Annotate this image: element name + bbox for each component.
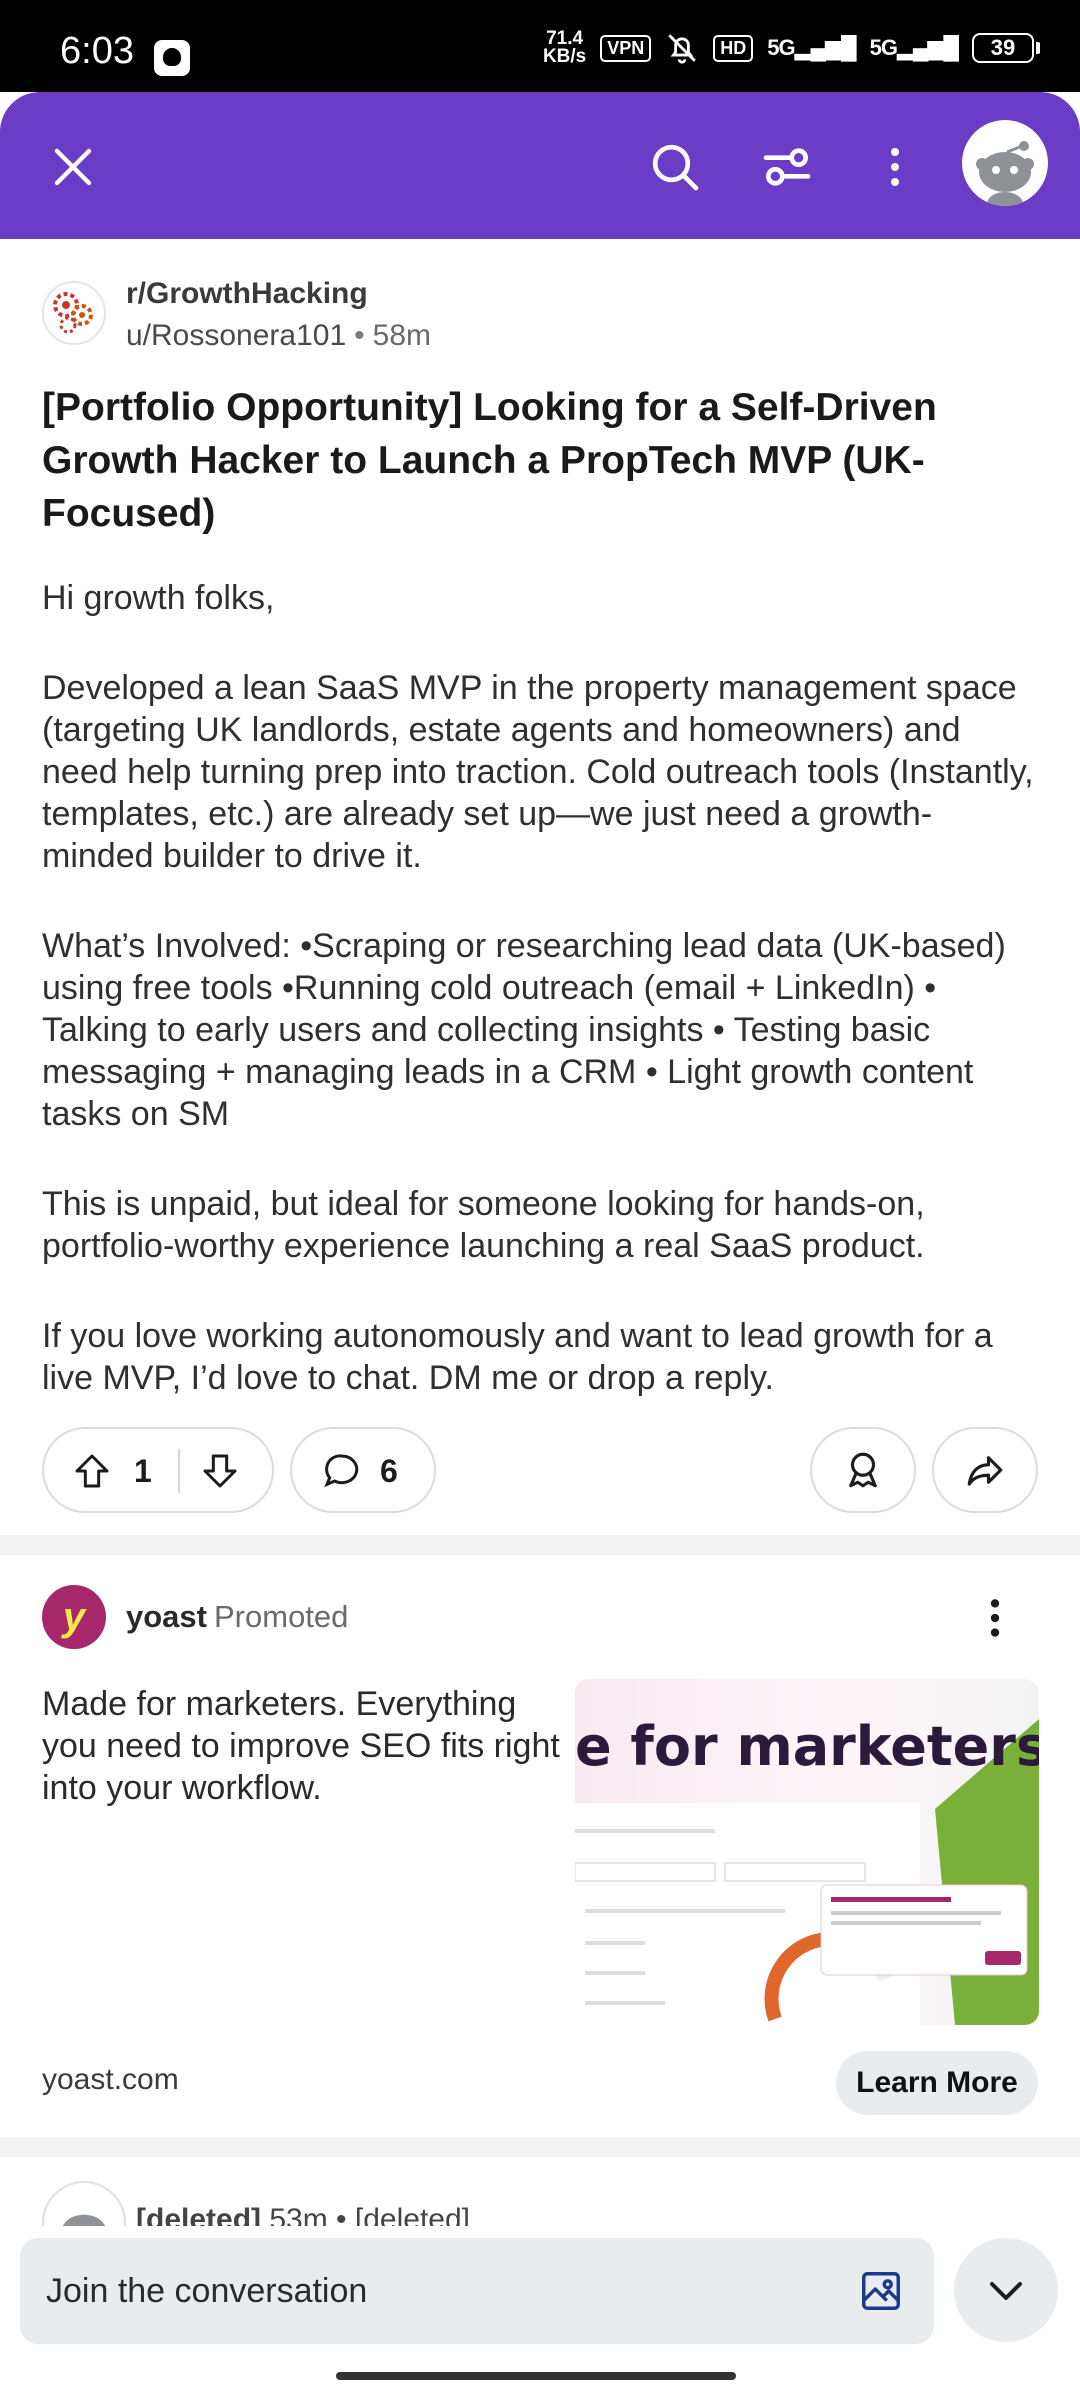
filter-icon	[763, 148, 811, 186]
comment-bubble-icon	[324, 1454, 359, 1488]
post-paragraph: Developed a lean SaaS MVP in the propert…	[42, 669, 1034, 875]
post-paragraph: What’s Involved: •Scraping or researchin…	[42, 927, 1006, 1133]
app-header	[0, 92, 1080, 239]
subreddit-avatar[interactable]	[42, 281, 106, 345]
award-icon	[849, 1452, 877, 1488]
close-icon	[54, 148, 92, 186]
close-button[interactable]	[38, 132, 108, 202]
image-icon	[862, 2272, 900, 2310]
network-type-2: 5G	[869, 35, 898, 60]
post-meta: u/Rossonera101 • 58m	[126, 319, 431, 353]
add-image-button[interactable]	[858, 2268, 904, 2319]
snoo-avatar-icon	[976, 141, 1034, 206]
ad-image-headline: e for marketers	[575, 1715, 1039, 1778]
bell-off-icon	[668, 34, 697, 64]
status-bar: 6:03 71.4 KB/s VPN HD 5G▂▄▆█ 5G▂▄▆█ 39	[0, 0, 1080, 92]
advertiser-avatar[interactable]: y	[42, 1585, 106, 1649]
battery-level: 39	[972, 33, 1034, 63]
hd-badge: HD	[713, 34, 754, 62]
vote-divider	[178, 1449, 180, 1493]
promoted-ad: y yoast Promoted Made for marketers. Eve…	[0, 1555, 1080, 2137]
vote-control: 1	[42, 1427, 274, 1513]
comment-meta: [deleted] 53m • [deleted]	[136, 2203, 470, 2227]
comment-text: [deleted]	[354, 2203, 470, 2227]
network-speed-unit: KB/s	[542, 46, 587, 67]
gears-icon	[53, 292, 93, 334]
user-avatar-button[interactable]	[962, 120, 1048, 206]
home-indicator[interactable]	[336, 2372, 736, 2380]
more-options-button[interactable]	[860, 132, 930, 202]
chevron-down-icon	[990, 2282, 1022, 2300]
search-icon	[652, 144, 699, 191]
vpn-badge: VPN	[600, 34, 652, 62]
advertiser-name[interactable]: yoast	[126, 1599, 207, 1635]
comment-count: 6	[380, 1453, 398, 1489]
post-body: Hi growth folks, Developed a lean SaaS M…	[42, 577, 1042, 1447]
upvote-button[interactable]	[72, 1451, 112, 1496]
upvote-arrow-icon	[75, 1454, 109, 1488]
signal-5g-1-icon: 5G▂▄▆█	[767, 35, 856, 60]
post-actions: 1 6	[42, 1427, 1038, 1513]
comment-preview: [deleted] 53m • [deleted]	[0, 2157, 1080, 2227]
comment-author: [deleted]	[136, 2203, 262, 2227]
share-button[interactable]	[932, 1427, 1038, 1513]
network-speed: 71.4 KB/s	[542, 29, 587, 67]
status-indicators: 71.4 KB/s VPN HD 5G▂▄▆█ 5G▂▄▆█ 39	[542, 29, 1040, 67]
battery-icon: 39	[972, 33, 1040, 63]
meta-separator: •	[354, 319, 365, 352]
comment-age: 53m	[269, 2203, 328, 2227]
more-vertical-icon	[990, 1599, 1000, 1637]
deleted-user-avatar	[42, 2181, 126, 2227]
feed-separator	[0, 1535, 1080, 1555]
author-name[interactable]: u/Rossonera101	[126, 319, 346, 352]
status-time: 6:03	[60, 30, 134, 72]
ad-more-button[interactable]	[980, 1593, 1010, 1643]
share-arrow-icon	[967, 1456, 1003, 1486]
downvote-button[interactable]	[200, 1451, 240, 1496]
collapse-button[interactable]	[954, 2238, 1058, 2342]
search-button[interactable]	[640, 132, 710, 202]
snoo-avatar-icon	[62, 2214, 106, 2227]
feed-separator	[0, 2137, 1080, 2157]
comment-input-placeholder: Join the conversation	[46, 2272, 368, 2310]
vote-count: 1	[134, 1453, 152, 1489]
network-type-1: 5G	[767, 35, 795, 60]
learn-more-button[interactable]: Learn More	[836, 2051, 1038, 2115]
post-title: [Portfolio Opportunity] Looking for a Se…	[42, 386, 937, 535]
post-paragraph: This is unpaid, but ideal for someone lo…	[42, 1185, 925, 1265]
ad-text[interactable]: Made for marketers. Everything you need …	[42, 1683, 562, 1809]
filter-button[interactable]	[752, 132, 822, 202]
signal-5g-2-icon: 5G▂▄▆█	[869, 35, 959, 60]
post-paragraph: If you love working autonomously and wan…	[42, 1317, 993, 1397]
more-vertical-icon	[891, 148, 899, 186]
post-age: 58m	[372, 319, 432, 352]
ad-image[interactable]: e for marketers	[575, 1679, 1039, 2025]
app-notification-icon	[154, 40, 190, 76]
comment-input[interactable]: Join the conversation	[20, 2238, 934, 2344]
ad-domain[interactable]: yoast.com	[42, 2063, 179, 2097]
post-card: r/GrowthHacking u/Rossonera101 • 58m [Port…	[0, 239, 1080, 1535]
award-button[interactable]	[810, 1427, 916, 1513]
comments-button[interactable]: 6	[290, 1427, 436, 1513]
promoted-label: Promoted	[214, 1599, 349, 1634]
post-paragraph: Hi growth folks,	[42, 579, 275, 617]
subreddit-name[interactable]: r/GrowthHacking	[126, 277, 368, 311]
downvote-arrow-icon	[203, 1454, 237, 1488]
